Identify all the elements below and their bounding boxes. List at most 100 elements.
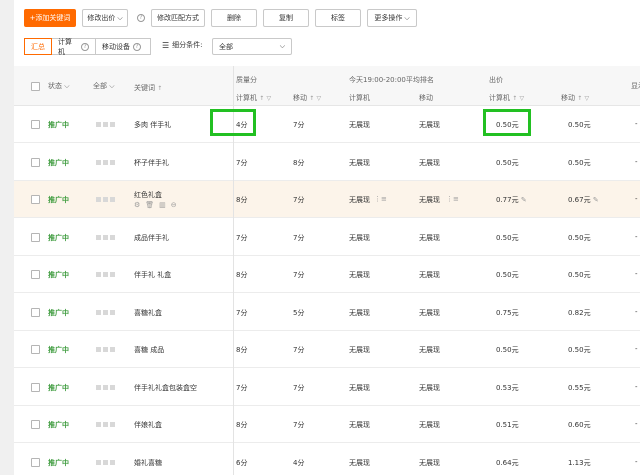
add-keyword-button[interactable]: +添加关键词 (24, 9, 76, 27)
bid-pc[interactable]: 0.50元 (496, 233, 519, 243)
delete-icon[interactable]: 🗑 (145, 201, 154, 209)
sort-icon: ↑ (577, 95, 583, 102)
rank-mobile: 无展现 (419, 346, 440, 354)
filter-icon: ▽ (519, 95, 525, 102)
keyword-text[interactable]: 伴娘礼盒 (134, 420, 162, 430)
quality-pc: 8分 (236, 346, 248, 354)
table-row[interactable]: 推广中 红色礼盒 ⚙ 🗑 ▥ ⊖ 8分 7分 无展现 无展现 ⋮≡ ⋮≡ 0.77元 ✎ 0.67… (14, 181, 640, 218)
edit-pencil-icon[interactable]: ✎ (591, 196, 599, 204)
tag-button[interactable]: 标签 (315, 9, 361, 27)
device-segment: 汇总 计算机? 移动设备? (24, 38, 151, 56)
bid-mobile[interactable]: 0.50元 (568, 345, 591, 355)
row-checkbox[interactable] (31, 307, 40, 317)
keyword-text[interactable]: 婚礼喜糖 (134, 458, 162, 468)
filter-icon: ▽ (584, 95, 590, 102)
header-keyword-label: 关键词 (134, 84, 155, 92)
help-icon[interactable]: ? (81, 42, 89, 51)
segment-mobile[interactable]: 移动设备? (95, 38, 151, 55)
bid-pc[interactable]: 0.50元 (496, 270, 519, 280)
table-row[interactable]: 推广中 多肉 伴手礼 4分 7分 无展现 无展现 0.50元 0.50元 - (14, 106, 640, 143)
bid-mobile-value: 0.50元 (568, 271, 591, 279)
filter-label-group: ☰ 细分条件: (162, 40, 203, 50)
header-quality-mobile[interactable]: 移动 ↑ ▽ (293, 93, 321, 103)
row-checkbox[interactable] (31, 420, 40, 429)
bid-mobile[interactable]: 0.82元 (568, 308, 591, 318)
bid-pc[interactable]: 0.53元 (496, 383, 519, 393)
row-checkbox[interactable] (31, 195, 40, 204)
header-bid-mobile[interactable]: 移动 ↑ ▽ (561, 93, 589, 103)
segment-computer[interactable]: 计算机? (51, 38, 96, 56)
bid-pc[interactable]: 0.77元 ✎ (496, 195, 527, 205)
row-checkbox[interactable] (31, 457, 40, 467)
row-checkbox[interactable] (31, 120, 40, 129)
keyword-text[interactable]: 喜糖礼盒 (134, 308, 162, 318)
rank-pc: 无展现 (349, 271, 370, 279)
row-checkbox[interactable] (31, 232, 40, 242)
table-row[interactable]: 推广中 成品伴手礼 7分 7分 无展现 无展现 0.50元 0.50元 - (14, 219, 640, 256)
copy-button[interactable]: 复制 (263, 9, 309, 27)
bid-mobile[interactable]: 0.67元 ✎ (568, 195, 599, 205)
quality-pc: 8分 (236, 196, 248, 204)
toolbar: +添加关键词 修改出价 ⌵ ? 修改匹配方式 删除 复制 标签 更多操作 ⌵ (24, 8, 417, 28)
table-row[interactable]: 推广中 喜糖礼盒 7分 5分 无展现 无展现 0.75元 0.82元 - (14, 294, 640, 331)
header-keyword[interactable]: 关键词 ↑ (134, 83, 162, 93)
row-checkbox[interactable] (31, 157, 40, 167)
bid-mobile[interactable]: 0.50元 (568, 233, 591, 243)
header-bid-pc[interactable]: 计算机 ↑ ▽ (489, 93, 524, 103)
segment-summary[interactable]: 汇总 (24, 38, 52, 55)
table-row[interactable]: 推广中 杯子伴手礼 7分 8分 无展现 无展现 0.50元 0.50元 - (14, 144, 640, 181)
bid-mobile[interactable]: 0.50元 (568, 270, 591, 280)
select-all-checkbox[interactable] (31, 82, 40, 91)
table-row[interactable]: 推广中 伴手礼 礼盒 8分 7分 无展现 无展现 0.50元 0.50元 - (14, 256, 640, 293)
bid-pc[interactable]: 0.50元 (496, 158, 519, 168)
table-row[interactable]: 推广中 喜糖 成品 8分 7分 无展现 无展现 0.50元 0.50元 - (14, 331, 640, 368)
filter-select[interactable]: 全部 ⌵ (212, 38, 292, 55)
row-checkbox[interactable] (31, 382, 40, 392)
bid-pc[interactable]: 0.50元 (496, 345, 519, 355)
extra-dash: - (635, 232, 638, 241)
rank-pc: 无展现 (349, 346, 370, 354)
status-text: 推广中 (48, 346, 69, 354)
keyword-text[interactable]: 伴手礼礼盒包装盒空 (134, 383, 197, 393)
help-icon[interactable]: ? (133, 42, 141, 51)
table-row[interactable]: 推广中 婚礼喜糖 6分 4分 无展现 无展现 0.64元 1.13元 - (14, 444, 640, 475)
bid-pc[interactable]: 0.51元 (496, 420, 519, 430)
keyword-text[interactable]: 喜糖 成品 (134, 345, 164, 355)
bid-pc[interactable]: 0.64元 (496, 458, 519, 468)
table-row[interactable]: 推广中 伴娘礼盒 8分 7分 无展现 无展现 0.51元 0.60元 - (14, 406, 640, 443)
bid-mobile[interactable]: 0.50元 (568, 158, 591, 168)
bid-mobile[interactable]: 1.13元 (568, 458, 591, 468)
header-all[interactable]: 全部 ⌵ (93, 81, 115, 91)
table-row[interactable]: 推广中 伴手礼礼盒包装盒空 7分 7分 无展现 无展现 0.53元 0.55元 - (14, 369, 640, 406)
help-icon[interactable]: ? (137, 14, 145, 22)
chevron-down-icon: ⌵ (117, 13, 123, 22)
keyword-text[interactable]: 伴手礼 礼盒 (134, 270, 171, 280)
keyword-text[interactable]: 红色礼盒 (134, 190, 162, 200)
header-status[interactable]: 状态 ⌵ (48, 81, 70, 91)
edit-match-button[interactable]: 修改匹配方式 (151, 9, 205, 27)
row-checkbox[interactable] (31, 345, 40, 354)
keyword-text[interactable]: 成品伴手礼 (134, 233, 169, 243)
header-quality-pc-label: 计算机 (236, 94, 257, 102)
edit-pencil-icon[interactable]: ✎ (519, 196, 527, 204)
keyword-text[interactable]: 杯子伴手礼 (134, 158, 169, 168)
bid-mobile[interactable]: 0.60元 (568, 420, 591, 430)
edit-bid-button[interactable]: 修改出价 ⌵ (82, 9, 128, 27)
bid-pc[interactable]: 0.75元 (496, 308, 519, 318)
chart-icon[interactable]: ▥ (159, 201, 166, 209)
row-checkbox[interactable] (31, 270, 40, 279)
bid-pc[interactable]: 0.50元 (496, 120, 519, 130)
table-header: 状态 ⌵ 全部 ⌵ 关键词 ↑ 质量分 计算机 ↑ ▽ 移动 ↑ ▽ 今天19:… (14, 66, 640, 106)
header-rank-group: 今天19:00-20:00平均排名 (349, 76, 434, 84)
bid-mobile[interactable]: 0.55元 (568, 383, 591, 393)
status-dots (96, 347, 115, 352)
bid-mobile[interactable]: 0.50元 (568, 120, 591, 130)
more-actions-button[interactable]: 更多操作 ⌵ (367, 9, 417, 27)
header-quality-pc[interactable]: 计算机 ↑ ▽ (236, 93, 271, 103)
rank-detail-icon[interactable]: ⋮≡ (374, 195, 387, 203)
rank-detail-icon[interactable]: ⋮≡ (446, 195, 459, 203)
settings-icon[interactable]: ⚙ (134, 201, 140, 209)
minus-circle-icon[interactable]: ⊖ (171, 201, 177, 209)
delete-button[interactable]: 删除 (211, 9, 257, 27)
keyword-text[interactable]: 多肉 伴手礼 (134, 120, 171, 130)
